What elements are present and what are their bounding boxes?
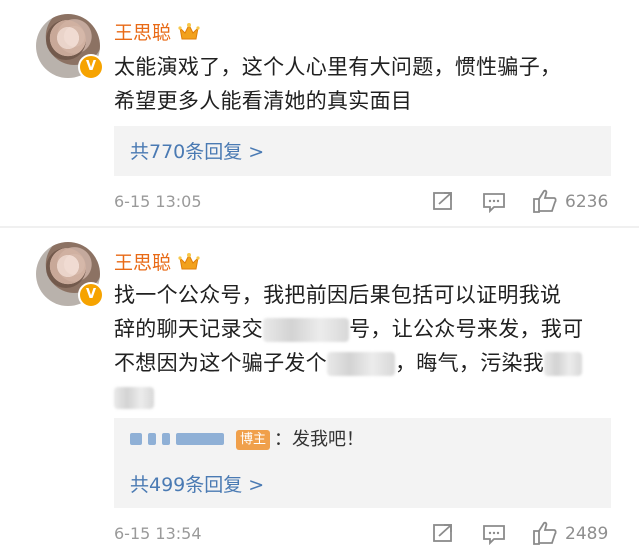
comment-item: V 王思聪 找一个公众号，我把前因后果包括可以证明我说 辞的聊天记录交 号，让公众… [0, 228, 639, 560]
reply-box[interactable]: 博主 ：发我吧！ 共499条回复 > [114, 418, 611, 508]
reply-count-link[interactable]: 共499条回复 > [130, 470, 264, 497]
redacted-username [130, 428, 230, 452]
reply-text: ：发我吧！ [274, 429, 365, 450]
weibo-comment-thread: V 王思聪 太能演戏了，这个人心里有大问题，惯性骗子， 希望更多人能看清她的真实… [0, 0, 639, 560]
comment-time: 6-15 13:05 [114, 192, 202, 211]
thumbs-up-icon[interactable] [532, 188, 558, 214]
comment-time: 6-15 13:54 [114, 524, 202, 543]
comment-icon[interactable] [482, 191, 506, 213]
crown-icon [178, 253, 200, 270]
comment-text: 太能演戏了，这个人心里有大问题，惯性骗子， 希望更多人能看清她的真实面目 [114, 50, 615, 118]
comment-text-line [114, 380, 615, 414]
avatar[interactable]: V [36, 14, 104, 80]
comment-text-fragment: 辞的聊天记录交 [114, 317, 264, 341]
comment-text-fragment: 号，让公众号来发，我可 [349, 317, 584, 341]
comment-text-line: 希望更多人能看清她的真实面目 [114, 89, 413, 113]
avatar-photo [46, 248, 86, 288]
avatar[interactable]: V [36, 242, 104, 308]
verified-badge-icon: V [78, 282, 104, 308]
comment-text-line: 辞的聊天记录交 号，让公众号来发，我可 [114, 312, 615, 346]
username[interactable]: 王思聪 [114, 18, 171, 45]
author-badge: 博主 [236, 430, 271, 450]
like-count: 6236 [565, 192, 609, 212]
crown-icon [178, 23, 200, 40]
comment-text-fragment: 不想因为这个骗子发个 [114, 351, 327, 375]
verified-badge-icon: V [78, 54, 104, 80]
comment-text-fragment: ，晦气，污染我 [395, 351, 545, 375]
thumbs-up-icon[interactable] [532, 520, 558, 546]
repost-icon[interactable] [432, 522, 456, 544]
comment-text-line: 找一个公众号，我把前因后果包括可以证明我说 [114, 283, 562, 307]
comment-text-line: 不想因为这个骗子发个 ，晦气，污染我 [114, 346, 615, 380]
reply-box[interactable]: 共770条回复 > [114, 126, 611, 176]
reply-preview[interactable]: 博主 ：发我吧！ [130, 428, 364, 452]
avatar-photo [46, 20, 86, 60]
username[interactable]: 王思聪 [114, 248, 171, 275]
repost-icon[interactable] [432, 190, 456, 212]
reply-count-link[interactable]: 共770条回复 > [130, 137, 264, 164]
redacted-text [114, 387, 154, 409]
comment-icon[interactable] [482, 523, 506, 545]
like-count: 2489 [565, 524, 609, 544]
redacted-text [327, 352, 395, 376]
comment-text: 找一个公众号，我把前因后果包括可以证明我说 辞的聊天记录交 号，让公众号来发，我可… [114, 278, 615, 414]
redacted-text [263, 318, 350, 342]
comment-item: V 王思聪 太能演戏了，这个人心里有大问题，惯性骗子， 希望更多人能看清她的真实… [0, 0, 639, 226]
comment-text-line: 太能演戏了，这个人心里有大问题，惯性骗子， [114, 55, 562, 79]
redacted-text [544, 352, 583, 376]
